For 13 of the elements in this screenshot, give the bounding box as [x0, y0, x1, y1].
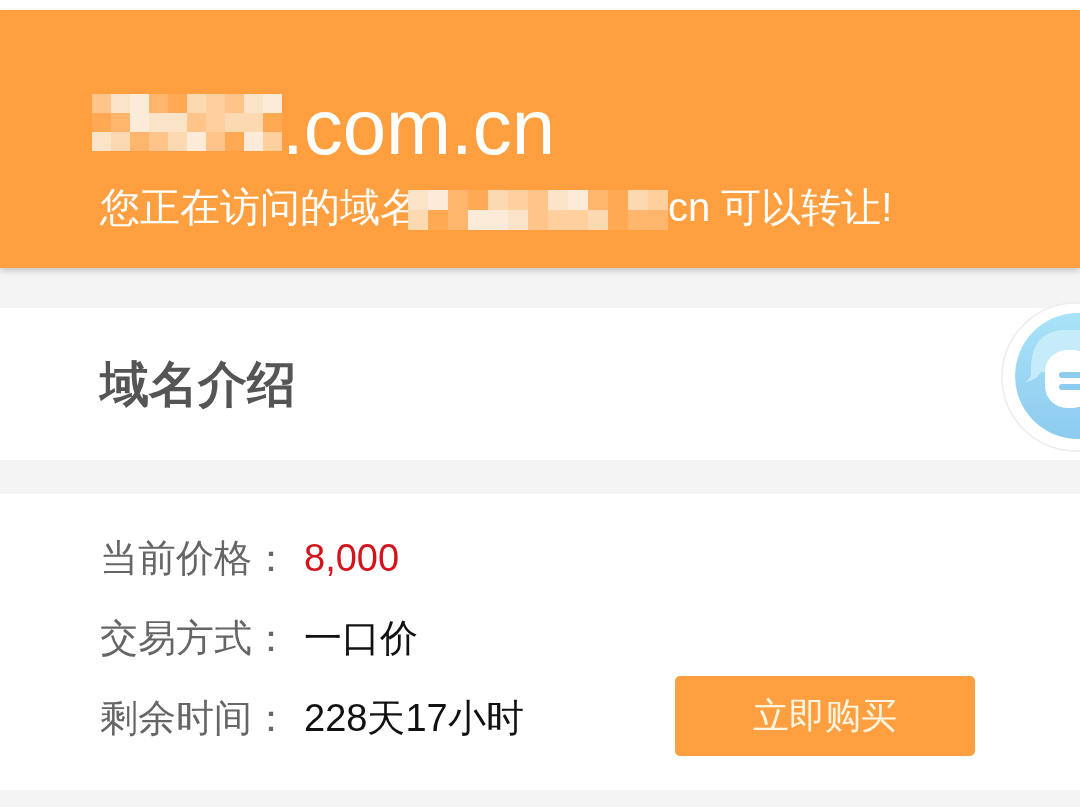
detail-label: 当前价格：	[100, 535, 291, 581]
price-value: 8,000	[304, 536, 400, 580]
notice-text: cn 可以转让!	[668, 184, 893, 231]
chat-bubble-icon[interactable]	[1001, 302, 1080, 452]
pixel-mosaic-icon	[408, 190, 668, 230]
detail-value: 228天17小时	[304, 695, 524, 741]
detail-label: 剩余时间：	[100, 695, 291, 741]
detail-label: 交易方式：	[100, 615, 291, 661]
pixel-mosaic-icon	[92, 94, 282, 151]
buy-now-button[interactable]: 立即购买	[675, 676, 975, 756]
section-title: 域名介绍	[100, 356, 296, 413]
detail-value: 一口价	[304, 615, 418, 661]
domain-name: .com.cn	[282, 82, 556, 172]
